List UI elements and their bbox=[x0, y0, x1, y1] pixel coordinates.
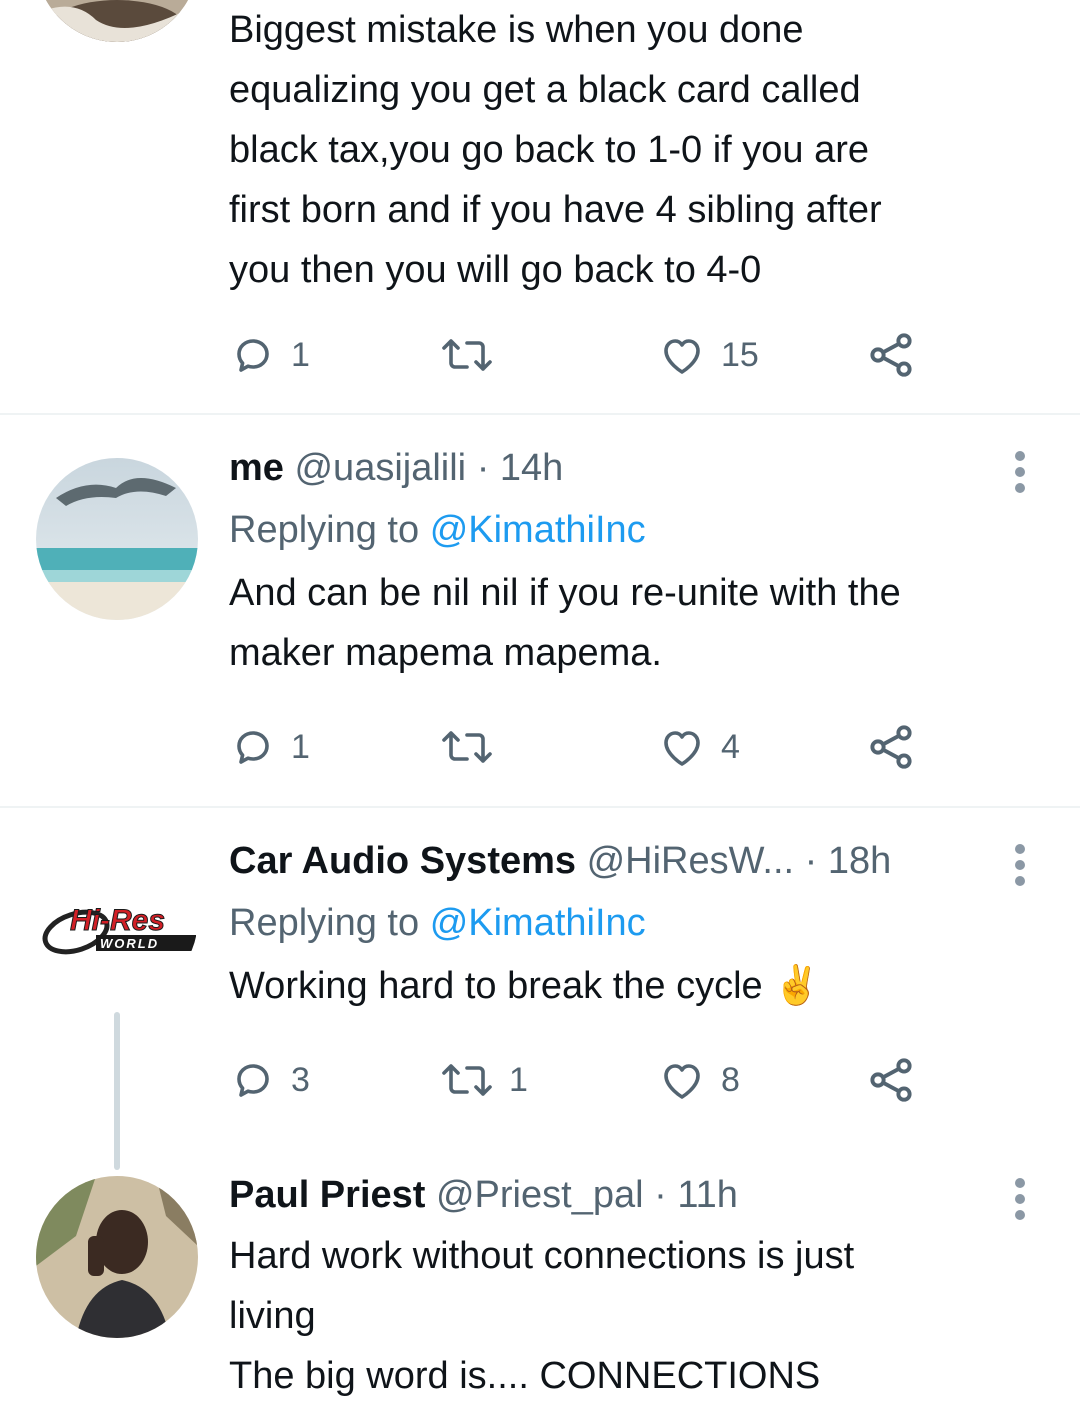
heart-icon bbox=[664, 731, 700, 766]
timestamp[interactable]: 18h bbox=[828, 840, 891, 882]
like-button[interactable]: 8 bbox=[657, 1050, 740, 1110]
reply-icon bbox=[237, 339, 269, 372]
reply-icon bbox=[237, 1064, 269, 1097]
tweet-content: me @uasijalili · 14h Replying to @Kimath… bbox=[229, 443, 1040, 683]
tweet-text: Hard work without connections is just li… bbox=[229, 1235, 855, 1397]
tweet-content: Paul Priest @Priest_pal · 11h Hard work … bbox=[229, 1170, 1040, 1406]
username[interactable]: @uasijalili bbox=[294, 447, 466, 489]
replying-to-label: Replying to bbox=[229, 509, 420, 551]
timestamp[interactable]: 11h bbox=[677, 1174, 738, 1216]
logo-text-top: Hi-Res bbox=[70, 904, 165, 937]
victory-hand-emoji: ✌️ bbox=[773, 965, 821, 1007]
retweet-icon bbox=[442, 339, 492, 371]
retweet-button[interactable] bbox=[439, 717, 509, 777]
display-name[interactable]: me bbox=[229, 447, 284, 489]
separator-dot: · bbox=[804, 840, 818, 882]
reply-button[interactable]: 1 bbox=[229, 325, 310, 385]
like-count: 8 bbox=[721, 1060, 740, 1099]
separator-dot: · bbox=[476, 447, 490, 489]
tweet-text: And can be nil nil if you re-unite with … bbox=[229, 572, 901, 674]
tweet-4[interactable]: Paul Priest @Priest_pal · 11h Hard work … bbox=[0, 1148, 1080, 1412]
share-button[interactable] bbox=[865, 1050, 917, 1110]
replying-to-mention[interactable]: @KimathiInc bbox=[430, 902, 646, 944]
like-button[interactable]: 4 bbox=[657, 717, 740, 777]
replying-to: Replying to @KimathiInc bbox=[229, 898, 1040, 948]
tweet-header: me @uasijalili · 14h bbox=[229, 443, 1040, 493]
tweet-header: Car Audio Systems @HiResW... · 18h bbox=[229, 836, 1040, 886]
avatar[interactable] bbox=[36, 1176, 198, 1338]
avatar[interactable] bbox=[36, 0, 198, 42]
avatar[interactable] bbox=[36, 458, 198, 620]
tweet-3[interactable]: Hi-Res WORLD Car Audio Systems @HiResW..… bbox=[0, 808, 1080, 1148]
more-options-button[interactable] bbox=[1000, 447, 1040, 497]
tweet-content: Car Audio Systems @HiResW... · 18h Reply… bbox=[229, 836, 1040, 1016]
share-button[interactable] bbox=[865, 325, 917, 385]
logo-text-bottom: WORLD bbox=[100, 936, 159, 951]
username[interactable]: @HiResW... bbox=[587, 840, 794, 882]
replying-to-mention[interactable]: @KimathiInc bbox=[430, 509, 646, 551]
tweet-header: Paul Priest @Priest_pal · 11h bbox=[229, 1170, 1040, 1220]
like-count: 15 bbox=[721, 335, 759, 374]
avatar[interactable]: Hi-Res WORLD bbox=[36, 838, 198, 1000]
reply-count: 3 bbox=[291, 1060, 310, 1099]
tweet-content: Biggest mistake is when you done equaliz… bbox=[229, 0, 1040, 300]
reply-button[interactable]: 3 bbox=[229, 1050, 310, 1110]
share-icon bbox=[870, 333, 912, 377]
more-options-button[interactable] bbox=[1000, 840, 1040, 890]
retweet-button[interactable] bbox=[439, 325, 509, 385]
avatar-image bbox=[36, 1176, 198, 1338]
avatar-image bbox=[36, 0, 198, 42]
reply-count: 1 bbox=[291, 727, 310, 766]
share-icon bbox=[870, 1058, 912, 1102]
share-button[interactable] bbox=[865, 717, 917, 777]
display-name[interactable]: Car Audio Systems bbox=[229, 840, 576, 882]
reply-button[interactable]: 1 bbox=[229, 717, 310, 777]
retweet-button[interactable]: 1 bbox=[439, 1050, 528, 1110]
tweet-actions: 3 1 8 bbox=[229, 1050, 929, 1110]
more-options-button[interactable] bbox=[1000, 1174, 1040, 1224]
like-count: 4 bbox=[721, 727, 740, 766]
tweet-text: Biggest mistake is when you done equaliz… bbox=[229, 9, 882, 291]
replying-to: Replying to @KimathiInc bbox=[229, 505, 1040, 555]
retweet-icon bbox=[442, 731, 492, 763]
display-name[interactable]: Paul Priest bbox=[229, 1174, 425, 1216]
hi-res-world-logo: Hi-Res WORLD bbox=[42, 904, 196, 955]
tweet-1[interactable]: Biggest mistake is when you done equaliz… bbox=[0, 0, 1080, 414]
like-button[interactable]: 15 bbox=[657, 325, 759, 385]
tweet-text: Working hard to break the cycle ✌️ bbox=[229, 965, 821, 1007]
heart-icon bbox=[664, 1064, 700, 1099]
thread-connector-line bbox=[114, 1012, 120, 1170]
avatar-image bbox=[36, 458, 198, 620]
heart-icon bbox=[664, 339, 700, 374]
replying-to-label: Replying to bbox=[229, 902, 420, 944]
tweet-2[interactable]: me @uasijalili · 14h Replying to @Kimath… bbox=[0, 415, 1080, 807]
separator-dot: · bbox=[654, 1174, 667, 1216]
retweet-count: 1 bbox=[509, 1060, 528, 1099]
reply-icon bbox=[237, 731, 269, 764]
tweet-actions: 1 15 bbox=[229, 325, 929, 385]
reply-count: 1 bbox=[291, 335, 310, 374]
share-icon bbox=[870, 725, 912, 769]
timestamp[interactable]: 14h bbox=[500, 447, 563, 489]
username[interactable]: @Priest_pal bbox=[436, 1174, 644, 1216]
tweet-actions: 1 4 bbox=[229, 717, 929, 777]
retweet-icon bbox=[442, 1064, 492, 1096]
